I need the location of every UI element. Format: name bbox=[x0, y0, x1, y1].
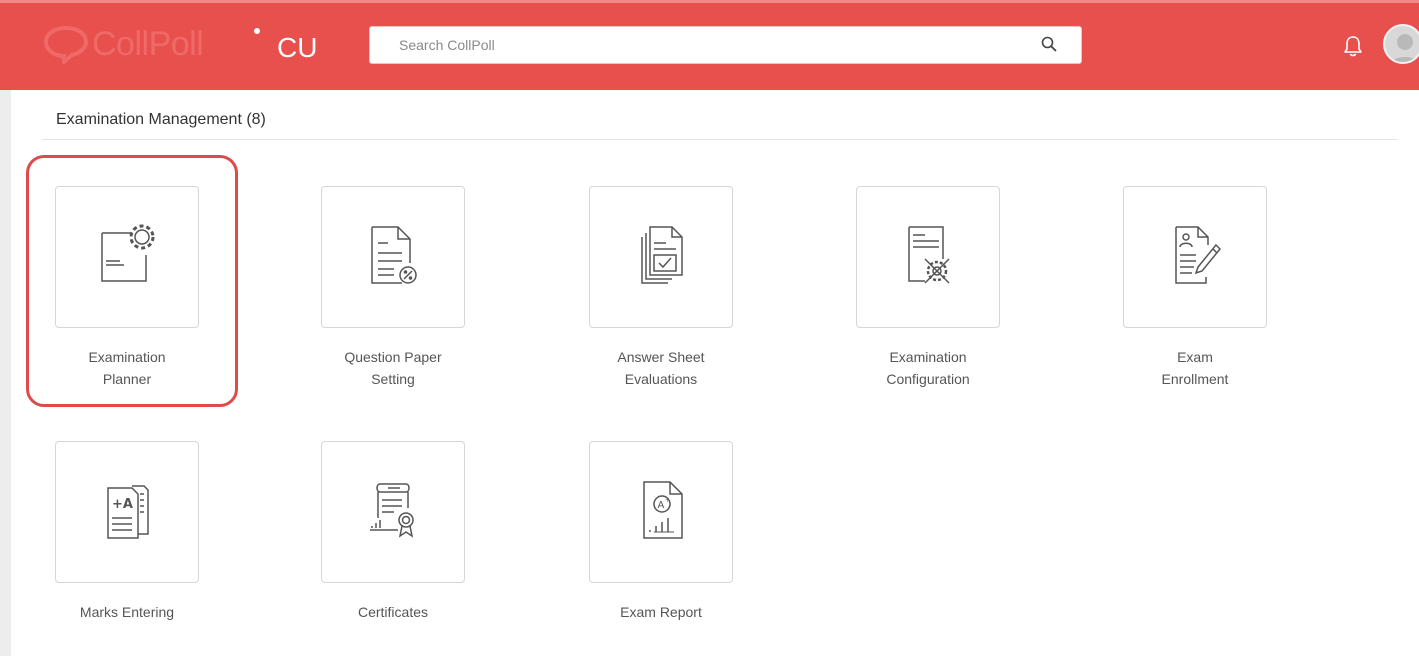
module-tile-marks-entering[interactable]: +A Marks Entering bbox=[55, 441, 255, 641]
module-label-line1: Certificates bbox=[357, 604, 429, 620]
module-label-line1: Answer Sheet bbox=[617, 349, 705, 365]
module-label: Answer Sheet Evaluations bbox=[561, 346, 761, 390]
module-tile-certificates[interactable]: Certificates bbox=[321, 441, 521, 641]
module-label-line1: Exam bbox=[1177, 349, 1213, 365]
bell-icon[interactable] bbox=[1342, 34, 1364, 58]
module-label-line2: Setting bbox=[371, 371, 415, 387]
module-label-line1: Question Paper bbox=[344, 349, 442, 365]
module-icon-box[interactable] bbox=[856, 186, 1000, 328]
module-label-line1: Exam Report bbox=[620, 604, 702, 620]
avatar[interactable] bbox=[1383, 24, 1419, 64]
module-label-line1: Examination bbox=[889, 349, 967, 365]
search-icon[interactable] bbox=[1040, 35, 1058, 53]
module-tile-examination-configuration[interactable]: Examination Configuration bbox=[856, 186, 1056, 387]
search-input[interactable] bbox=[370, 27, 1030, 63]
chat-bubble-icon bbox=[43, 25, 89, 64]
module-label: Exam Report bbox=[561, 601, 761, 623]
highlight-outline bbox=[26, 155, 238, 407]
document-percent-icon bbox=[371, 226, 417, 284]
module-label: Question Paper Setting bbox=[293, 346, 493, 390]
module-tile-exam-report[interactable]: A + Exam Report bbox=[589, 441, 789, 641]
module-icon-box[interactable] bbox=[321, 441, 465, 583]
module-icon-box[interactable]: +A bbox=[55, 441, 199, 583]
section-title: Examination Management (8) bbox=[56, 111, 266, 128]
svg-text:+A: +A bbox=[112, 497, 133, 512]
left-sidebar-edge bbox=[0, 90, 11, 656]
module-icon-box[interactable]: A + bbox=[589, 441, 733, 583]
collpoll-logo[interactable]: CollPoll bbox=[42, 22, 204, 66]
module-label-line2: Enrollment bbox=[1161, 371, 1229, 387]
svg-text:A: A bbox=[658, 500, 665, 511]
module-label: Examination Configuration bbox=[828, 346, 1028, 390]
module-label: Marks Entering bbox=[27, 601, 227, 623]
svg-text:+: + bbox=[665, 497, 670, 504]
module-label: Certificates bbox=[293, 601, 493, 623]
logo-text: CollPoll bbox=[92, 24, 204, 63]
top-accent-strip bbox=[0, 0, 1419, 3]
report-chart-icon: A + bbox=[643, 481, 683, 539]
module-tile-exam-enrollment[interactable]: Exam Enrollment bbox=[1123, 186, 1323, 387]
module-label-line2: Evaluations bbox=[624, 371, 698, 387]
document-pen-icon bbox=[1175, 226, 1222, 284]
module-label-line1: Marks Entering bbox=[79, 604, 175, 620]
module-tile-question-paper-setting[interactable]: Question Paper Setting bbox=[321, 186, 521, 387]
institution-code: CU bbox=[277, 32, 318, 63]
grade-sheet-icon: +A bbox=[107, 485, 149, 539]
module-icon-box[interactable] bbox=[321, 186, 465, 328]
certificate-icon bbox=[370, 483, 414, 538]
user-silhouette-icon bbox=[1390, 34, 1419, 62]
module-icon-box[interactable] bbox=[1123, 186, 1267, 328]
top-navbar: CollPoll CU bbox=[0, 0, 1419, 90]
module-tile-answer-sheet-evaluations[interactable]: Answer Sheet Evaluations bbox=[589, 186, 789, 387]
logo-dot bbox=[254, 28, 260, 34]
document-tools-icon bbox=[908, 226, 950, 284]
search-bar bbox=[369, 26, 1082, 64]
module-label-line2: Configuration bbox=[886, 371, 970, 387]
stacked-documents-check-icon bbox=[641, 226, 683, 284]
section-divider bbox=[42, 139, 1397, 140]
module-label: Exam Enrollment bbox=[1095, 346, 1295, 390]
module-icon-box[interactable] bbox=[589, 186, 733, 328]
